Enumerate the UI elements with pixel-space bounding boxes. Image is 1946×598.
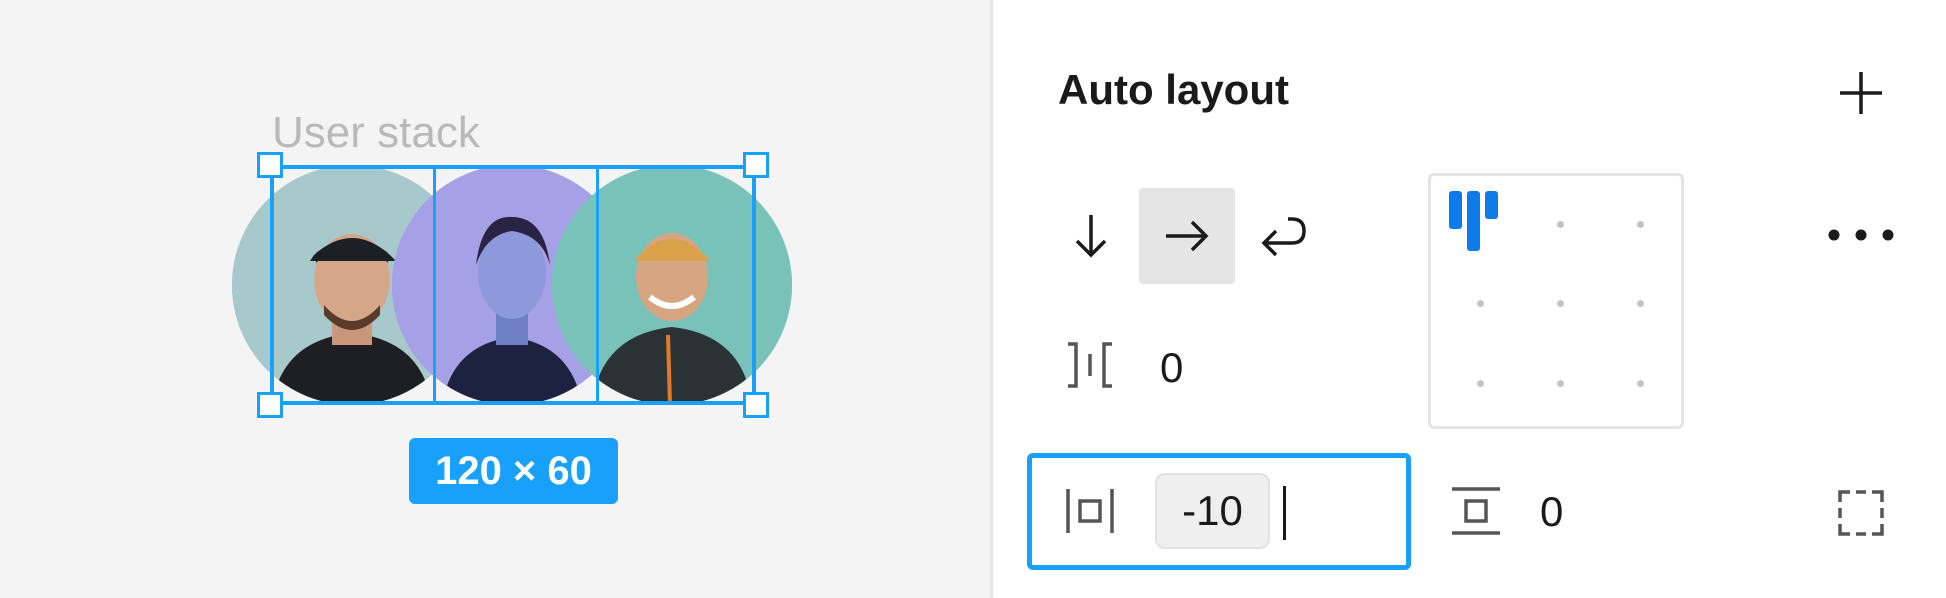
- alignment-dot[interactable]: [1477, 380, 1484, 387]
- resize-handle-top-right[interactable]: [743, 152, 769, 178]
- alignment-indicator: [1467, 191, 1480, 251]
- alignment-grid[interactable]: [1428, 173, 1684, 429]
- resize-handle-top-left[interactable]: [257, 152, 283, 178]
- size-badge: 120 × 60: [409, 438, 618, 504]
- alignment-dot[interactable]: [1477, 300, 1484, 307]
- design-canvas[interactable]: User stack 120 × 60: [0, 0, 990, 598]
- frame-name-label[interactable]: User stack: [272, 108, 480, 158]
- resize-handle-bottom-left[interactable]: [257, 392, 283, 418]
- selection-bounding-box[interactable]: [270, 165, 756, 405]
- wrap-icon: [1261, 217, 1306, 257]
- alignment-dot[interactable]: [1637, 221, 1644, 228]
- horizontal-padding-icon: [1066, 489, 1114, 533]
- plus-icon[interactable]: [1836, 68, 1886, 118]
- alignment-dot[interactable]: [1557, 380, 1564, 387]
- alignment-dot[interactable]: [1637, 300, 1644, 307]
- auto-layout-section-title: Auto layout: [1058, 66, 1289, 113]
- horizontal-padding-input[interactable]: -10: [1155, 473, 1270, 549]
- alignment-indicator: [1485, 191, 1498, 219]
- alignment-dot[interactable]: [1557, 300, 1564, 307]
- direction-wrap-button[interactable]: [1235, 188, 1331, 284]
- vertical-padding-icon: [1452, 487, 1500, 535]
- dashed-box-icon[interactable]: [1836, 488, 1886, 538]
- arrow-right-icon: [1166, 220, 1209, 252]
- text-caret: [1283, 486, 1286, 540]
- direction-horizontal-button[interactable]: [1139, 188, 1235, 284]
- ellipsis-icon[interactable]: [1826, 225, 1896, 245]
- alignment-indicator: [1449, 191, 1462, 229]
- resize-handle-bottom-right[interactable]: [743, 392, 769, 418]
- alignment-dot[interactable]: [1637, 380, 1644, 387]
- vertical-padding-value[interactable]: 0: [1540, 488, 1563, 536]
- spacing-value[interactable]: 0: [1160, 344, 1183, 392]
- direction-vertical-button[interactable]: [1043, 188, 1139, 284]
- spacing-between-icon: [1068, 342, 1112, 388]
- arrow-down-icon: [1075, 215, 1107, 258]
- alignment-dot[interactable]: [1557, 221, 1564, 228]
